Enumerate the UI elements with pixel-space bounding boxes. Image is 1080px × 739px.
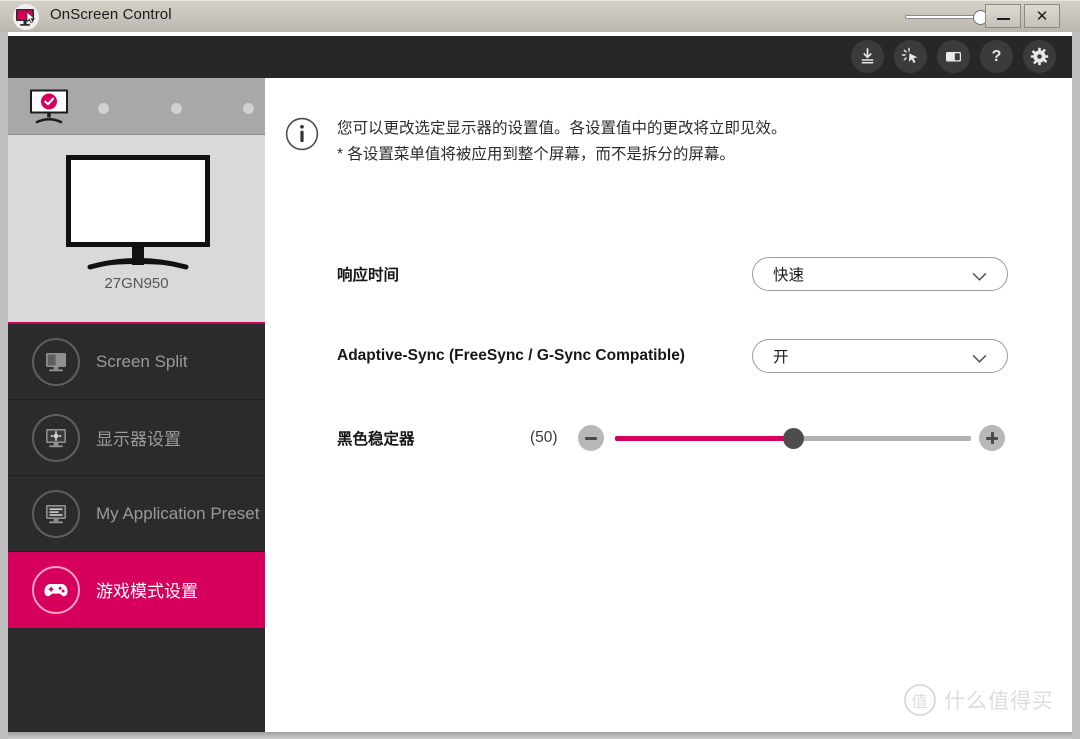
sidebar-item-game-mode-settings[interactable]: 游戏模式设置 (8, 552, 265, 628)
application-window: OnScreen Control ✕ ? 27GN950 Screen Spli… (0, 0, 1080, 739)
window-opacity-slider[interactable] (905, 9, 991, 25)
monitor-preview-panel: 27GN950 (8, 135, 265, 324)
monitor-model-name: 27GN950 (104, 275, 169, 292)
screen-split-icon (32, 337, 80, 386)
monitor-preview-icon (58, 153, 218, 271)
setting-label: Adaptive-Sync (FreeSync / G-Sync Compati… (337, 347, 685, 364)
setting-row-black-stabilizer: 黑色稳定器 (50) (265, 418, 1072, 458)
monitor-cursor-logo-icon (12, 4, 40, 30)
sidebar-nav: Screen Split 显示器设置 My Application Preset… (8, 324, 265, 628)
black-stabilizer-slider[interactable] (615, 425, 971, 451)
slider-handle[interactable] (783, 428, 804, 449)
monitor-checked-icon[interactable] (26, 88, 72, 124)
monitor-slot-3[interactable] (171, 103, 182, 114)
sidebar-item-my-application-preset[interactable]: My Application Preset (8, 476, 265, 552)
main-content: 您可以更改选定显示器的设置值。各设置值中的更改将立即见效。 * 各设置菜单值将被… (265, 78, 1072, 732)
minus-icon (585, 436, 597, 440)
software-update-icon[interactable] (851, 40, 884, 73)
minimize-icon (996, 18, 1010, 20)
info-text: 您可以更改选定显示器的设置值。各设置值中的更改将立即见效。 * 各设置菜单值将被… (337, 116, 787, 167)
chevron-down-icon (972, 351, 987, 369)
sidebar-item-label: 显示器设置 (96, 430, 181, 449)
info-icon (285, 117, 319, 151)
info-line-2: * 各设置菜单值将被应用到整个屏幕，而不是拆分的屏幕。 (337, 145, 735, 163)
chevron-down-icon (972, 269, 987, 287)
window-body: ? 27GN950 Screen Split 显示器设置 My Applicat… (8, 32, 1072, 732)
screen-split-icon[interactable] (937, 40, 970, 73)
dropdown-value: 快速 (773, 267, 805, 284)
dropdown-value: 开 (773, 349, 789, 366)
black-stabilizer-increase-button[interactable] (979, 425, 1005, 451)
slider-fill (615, 436, 793, 441)
watermark: 值 什么值得买 (904, 684, 1054, 716)
setting-row-adaptive-sync: Adaptive-Sync (FreeSync / G-Sync Compati… (265, 336, 1072, 376)
response-time-dropdown[interactable]: 快速 (752, 257, 1008, 291)
window-bottom-edge (8, 732, 1072, 739)
window-title: OnScreen Control (50, 6, 172, 23)
settings-gear-icon[interactable] (1023, 40, 1056, 73)
help-icon[interactable]: ? (980, 40, 1013, 73)
setting-label: 黑色稳定器 (337, 431, 415, 448)
setting-row-response-time: 响应时间 快速 (265, 254, 1072, 294)
black-stabilizer-value: (50) (530, 429, 558, 446)
setting-label: 响应时间 (337, 267, 400, 284)
sidebar: 27GN950 Screen Split 显示器设置 My Applicatio… (8, 78, 265, 732)
click-pointer-icon[interactable] (894, 40, 927, 73)
info-banner: 您可以更改选定显示器的设置值。各设置值中的更改将立即见效。 * 各设置菜单值将被… (285, 116, 1045, 167)
watermark-text: 什么值得买 (944, 690, 1054, 713)
watermark-badge: 值 (904, 684, 936, 716)
adaptive-sync-dropdown[interactable]: 开 (752, 339, 1008, 373)
gamepad-icon (32, 565, 80, 614)
toolbar-icon-group: ? (851, 40, 1056, 73)
title-bar: OnScreen Control ✕ (0, 0, 1080, 32)
sidebar-item-label: 游戏模式设置 (96, 582, 198, 601)
minimize-button[interactable] (985, 4, 1021, 28)
sidebar-item-label: Screen Split (96, 351, 188, 371)
monitor-settings-icon (32, 413, 80, 462)
application-preset-icon (32, 489, 80, 538)
sidebar-item-screen-split[interactable]: Screen Split (8, 324, 265, 400)
sidebar-item-monitor-settings[interactable]: 显示器设置 (8, 400, 265, 476)
monitor-slot-2[interactable] (98, 103, 109, 114)
monitor-slot-4[interactable] (243, 103, 254, 114)
close-icon: ✕ (1035, 7, 1049, 25)
black-stabilizer-decrease-button[interactable] (578, 425, 604, 451)
plus-icon-v (990, 432, 994, 444)
info-line-1: 您可以更改选定显示器的设置值。各设置值中的更改将立即见效。 (337, 120, 787, 137)
top-toolbar: ? (8, 36, 1072, 78)
close-button[interactable]: ✕ (1024, 4, 1060, 28)
sidebar-item-label: My Application Preset (96, 503, 260, 523)
monitor-selector-tabs (8, 78, 265, 135)
